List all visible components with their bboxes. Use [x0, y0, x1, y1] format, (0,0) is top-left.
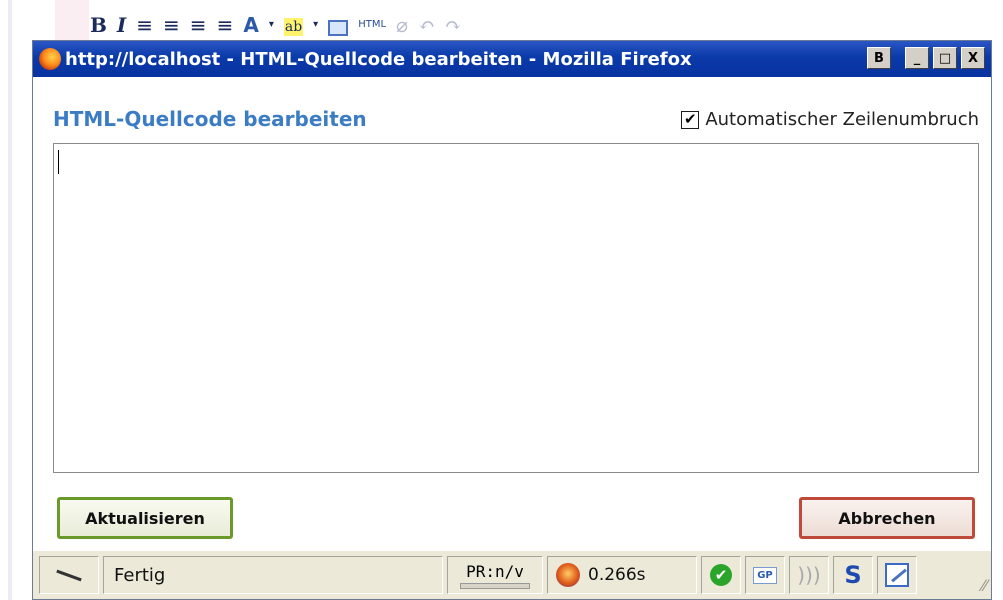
auto-wrap-checkbox[interactable]: ✔	[681, 110, 700, 129]
status-text: Fertig	[114, 564, 166, 586]
status-bar: Fertig PR:n/v 0.266s ✔ GP ))) S ⁄⁄	[33, 551, 991, 599]
html-source-textarea[interactable]	[53, 143, 979, 473]
check-ok-icon: ✔	[710, 564, 732, 586]
undo-icon[interactable]: ↶	[418, 14, 435, 36]
font-color-dropdown-icon[interactable]: ▾	[269, 14, 274, 36]
load-time-icon	[556, 563, 580, 587]
auto-wrap-label: Automatischer Zeilenumbruch	[705, 109, 979, 130]
highlight-color-button[interactable]: ab	[283, 18, 304, 36]
minimize-button[interactable]: _	[905, 47, 929, 69]
italic-button[interactable]: I	[117, 14, 126, 36]
firefox-icon	[39, 48, 61, 70]
eraser-icon[interactable]: ⌀	[396, 14, 408, 36]
edit-cell[interactable]	[877, 556, 917, 594]
window-extra-button[interactable]: B	[867, 47, 891, 69]
rss-feed-icon: )))	[797, 563, 821, 587]
pen-tool-icon	[54, 565, 84, 585]
window-controls: B _ □ X	[867, 47, 985, 69]
gp-icon: GP	[753, 566, 777, 584]
pagerank-bar	[460, 582, 530, 589]
status-text-cell: Fertig	[103, 556, 443, 594]
window-titlebar[interactable]: http://localhost - HTML-Quellcode bearbe…	[33, 41, 991, 77]
align-justify-button[interactable]: ≡	[217, 14, 234, 36]
auto-wrap-option[interactable]: ✔ Automatischer Zeilenumbruch	[681, 109, 979, 130]
background-editor-toolbar: B I ≡ ≡ ≡ ≡ A ▾ ab ▾ HTML ⌀ ↶ ↷	[90, 4, 462, 38]
background-edge	[8, 0, 12, 600]
font-color-button[interactable]: A	[243, 14, 258, 36]
gp-cell[interactable]: GP	[745, 556, 785, 594]
status-icon-cell[interactable]	[39, 556, 99, 594]
align-right-button[interactable]: ≡	[190, 14, 207, 36]
s-addon-icon: S	[844, 561, 862, 589]
redo-icon[interactable]: ↷	[445, 14, 462, 36]
load-time-cell[interactable]: 0.266s	[547, 556, 697, 594]
update-button[interactable]: Aktualisieren	[57, 497, 233, 539]
insert-box-icon[interactable]	[328, 20, 349, 36]
pagerank-text: PR:n/v	[466, 561, 524, 581]
dialog-heading: HTML-Quellcode bearbeiten	[53, 107, 367, 131]
cancel-button[interactable]: Abbrechen	[799, 497, 975, 539]
dialog-content: HTML-Quellcode bearbeiten ✔ Automatische…	[33, 77, 991, 565]
align-center-button[interactable]: ≡	[163, 14, 180, 36]
close-button[interactable]: X	[961, 47, 985, 69]
load-time-text: 0.266s	[588, 565, 646, 585]
edit-page-icon	[885, 563, 909, 587]
html-source-button[interactable]: HTML	[358, 14, 386, 36]
s-cell[interactable]: S	[833, 556, 873, 594]
resize-grip-icon[interactable]: ⁄⁄	[982, 576, 987, 595]
ok-cell[interactable]: ✔	[701, 556, 741, 594]
firefox-popup-window: http://localhost - HTML-Quellcode bearbe…	[32, 40, 992, 600]
maximize-button[interactable]: □	[933, 47, 957, 69]
background-panel	[55, 0, 89, 40]
pagerank-cell[interactable]: PR:n/v	[447, 556, 543, 594]
window-title: http://localhost - HTML-Quellcode bearbe…	[65, 48, 692, 70]
highlight-dropdown-icon[interactable]: ▾	[313, 14, 318, 36]
align-left-button[interactable]: ≡	[136, 14, 153, 36]
rss-cell[interactable]: )))	[789, 556, 829, 594]
text-cursor	[58, 150, 59, 174]
bold-button[interactable]: B	[90, 14, 107, 36]
